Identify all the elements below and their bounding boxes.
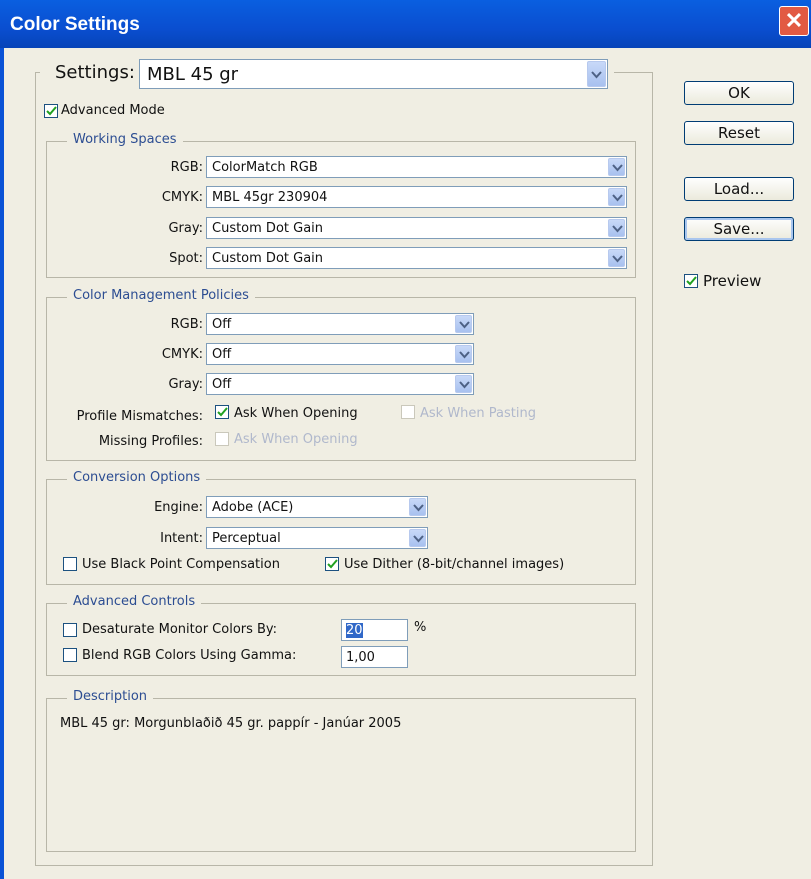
policy-rgb-value: Off (212, 317, 232, 332)
ws-rgb-value: ColorMatch RGB (212, 160, 318, 175)
ws-cmyk-value: MBL 45gr 230904 (212, 190, 328, 205)
preview-label: Preview (703, 272, 762, 290)
ws-gray-dropdown[interactable]: Custom Dot Gain (206, 217, 627, 239)
missing-ask-opening-label: Ask When Opening (234, 432, 358, 447)
policy-rgb-dropdown[interactable]: Off (206, 313, 474, 335)
description-legend: Description (67, 689, 154, 704)
intent-dropdown[interactable]: Perceptual (206, 527, 428, 549)
conversion-legend: Conversion Options (67, 470, 207, 485)
ws-rgb-dropdown[interactable]: ColorMatch RGB (206, 156, 627, 178)
desaturate-label: Desaturate Monitor Colors By: (82, 622, 278, 637)
ws-cmyk-dropdown[interactable]: MBL 45gr 230904 (206, 186, 627, 208)
policies-legend: Color Management Policies (67, 288, 255, 303)
policy-gray-label: Gray: (168, 377, 203, 392)
description-text: MBL 45 gr: Morgunblaðið 45 gr. pappír - … (60, 716, 402, 731)
black-point-checkbox[interactable] (63, 557, 77, 571)
chevron-down-icon[interactable] (587, 61, 606, 87)
mismatch-ask-opening-checkbox[interactable] (215, 405, 229, 419)
check-icon (217, 407, 228, 417)
blend-gamma-value: 1,00 (346, 650, 375, 665)
ws-spot-label: Spot: (169, 251, 203, 266)
engine-dropdown[interactable]: Adobe (ACE) (206, 496, 428, 518)
check-icon (686, 276, 697, 286)
engine-label: Engine: (154, 500, 203, 515)
advanced-controls-legend: Advanced Controls (67, 594, 202, 609)
black-point-label: Use Black Point Compensation (82, 557, 280, 572)
policy-cmyk-value: Off (212, 347, 232, 362)
ws-gray-label: Gray: (168, 221, 203, 236)
chevron-down-icon[interactable] (608, 219, 625, 237)
dither-label: Use Dither (8-bit/channel images) (344, 557, 565, 572)
policy-cmyk-label: CMYK: (161, 347, 203, 362)
chevron-down-icon[interactable] (409, 529, 426, 547)
mismatch-ask-opening-label: Ask When Opening (234, 406, 358, 421)
reset-button[interactable]: Reset (684, 121, 794, 145)
mismatch-ask-pasting-checkbox[interactable] (401, 405, 415, 419)
chevron-down-icon[interactable] (409, 498, 426, 516)
desaturate-checkbox[interactable] (63, 623, 77, 637)
chevron-down-icon[interactable] (608, 188, 625, 206)
missing-profiles-label: Missing Profiles: (98, 434, 203, 449)
ws-spot-dropdown[interactable]: Custom Dot Gain (206, 247, 627, 269)
profile-mismatches-label: Profile Mismatches: (76, 409, 203, 424)
ok-button[interactable]: OK (684, 81, 794, 105)
ws-rgb-label: RGB: (170, 160, 203, 175)
load-button[interactable]: Load... (684, 177, 794, 201)
dither-checkbox[interactable] (325, 557, 339, 571)
settings-value: MBL 45 gr (147, 64, 239, 85)
chevron-down-icon[interactable] (455, 315, 472, 333)
blend-label: Blend RGB Colors Using Gamma: (82, 648, 297, 663)
preview-checkbox[interactable] (684, 274, 698, 288)
settings-label: Settings: (55, 62, 135, 83)
advanced-mode-label: Advanced Mode (61, 103, 165, 118)
ws-gray-value: Custom Dot Gain (212, 221, 324, 236)
policy-gray-value: Off (212, 377, 232, 392)
policy-rgb-label: RGB: (170, 317, 203, 332)
intent-label: Intent: (160, 531, 203, 546)
chevron-down-icon[interactable] (455, 345, 472, 363)
chevron-down-icon[interactable] (608, 249, 625, 267)
advanced-mode-checkbox[interactable] (44, 104, 58, 118)
check-icon (327, 559, 338, 569)
title-bar: Color Settings ✕ (0, 0, 811, 48)
working-spaces-legend: Working Spaces (67, 132, 183, 147)
blend-checkbox[interactable] (63, 648, 77, 662)
mismatch-ask-pasting-label: Ask When Pasting (420, 406, 536, 421)
missing-ask-opening-checkbox[interactable] (215, 432, 229, 446)
desaturate-input[interactable]: 20 (341, 619, 408, 641)
save-button[interactable]: Save... (684, 217, 794, 241)
policy-cmyk-dropdown[interactable]: Off (206, 343, 474, 365)
engine-value: Adobe (ACE) (212, 500, 294, 515)
window-frame (0, 48, 4, 879)
intent-value: Perceptual (212, 531, 281, 546)
check-icon (46, 106, 57, 116)
window-title: Color Settings (10, 14, 140, 35)
close-icon: ✕ (784, 8, 804, 33)
chevron-down-icon[interactable] (455, 375, 472, 393)
ws-spot-value: Custom Dot Gain (212, 251, 324, 266)
close-button[interactable]: ✕ (779, 6, 809, 36)
chevron-down-icon[interactable] (608, 158, 625, 176)
desaturate-value: 20 (346, 623, 363, 638)
policy-gray-dropdown[interactable]: Off (206, 373, 474, 395)
ws-cmyk-label: CMYK: (161, 190, 203, 205)
settings-dropdown[interactable]: MBL 45 gr (139, 59, 608, 89)
blend-gamma-input[interactable]: 1,00 (341, 646, 408, 668)
percent-unit-label: % (414, 620, 427, 635)
